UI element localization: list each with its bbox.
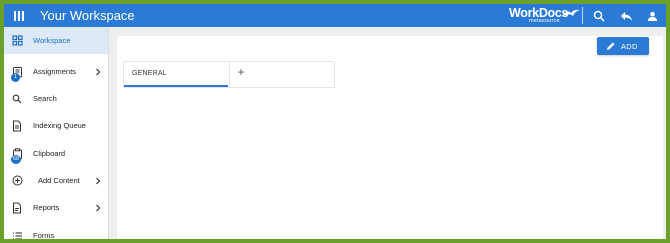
sidebar: Workspace 1 Assignments Search Indexing …: [4, 27, 109, 239]
sidebar-item-assignments[interactable]: 1 Assignments: [4, 58, 108, 85]
clipboard-badge: 68: [11, 155, 21, 164]
chevron-right-icon: [96, 177, 101, 184]
sidebar-item-workspace[interactable]: Workspace: [4, 27, 108, 54]
sidebar-item-label: Search: [33, 94, 57, 103]
header-divider: [582, 7, 583, 24]
tab-label: GENERAL: [132, 70, 167, 77]
search-icon[interactable]: [590, 7, 608, 25]
tab-bar: GENERAL +: [123, 61, 335, 88]
add-button[interactable]: ADD: [597, 37, 649, 55]
tab-divider: [229, 62, 230, 87]
list-icon: [10, 229, 24, 239]
report-icon: [10, 201, 24, 215]
sidebar-item-clipboard[interactable]: 68 Clipboard: [4, 140, 108, 167]
sidebar-item-indexing-queue[interactable]: Indexing Queue: [4, 112, 108, 139]
tab-general[interactable]: GENERAL: [124, 62, 228, 87]
brand-sub: metasource: [529, 18, 560, 24]
pencil-icon: [607, 42, 615, 50]
sidebar-item-label: Add Content: [38, 176, 80, 185]
sidebar-item-label: Reports: [33, 203, 60, 212]
search-icon: [10, 92, 24, 106]
user-icon[interactable]: [643, 7, 661, 25]
sidebar-item-label: Indexing Queue: [33, 121, 86, 130]
grid-icon: [10, 34, 24, 48]
sidebar-item-label: Workspace: [33, 36, 71, 45]
menu-icon[interactable]: [8, 4, 30, 27]
sidebar-item-label: Forms: [33, 231, 55, 239]
add-tab-button[interactable]: +: [234, 65, 248, 81]
reply-icon[interactable]: [617, 7, 635, 25]
sidebar-item-forms[interactable]: Forms: [4, 222, 108, 239]
plus-circle-icon: [10, 174, 24, 188]
sidebar-item-add-content[interactable]: Add Content: [4, 167, 108, 194]
sidebar-item-label: Clipboard: [33, 149, 66, 158]
sidebar-item-reports[interactable]: Reports: [4, 194, 108, 221]
active-tab-indicator: [124, 85, 228, 87]
sidebar-item-label: Assignments: [33, 67, 76, 76]
assignments-badge: 1: [11, 73, 20, 82]
sidebar-item-search[interactable]: Search: [4, 85, 108, 112]
brand-logo: WorkDocs metasource: [509, 5, 580, 27]
chevron-right-icon: [96, 204, 101, 211]
chevron-right-icon: [96, 68, 101, 75]
app-window: Your Workspace WorkDocs metasource Works…: [4, 4, 666, 239]
document-icon: [10, 119, 24, 133]
add-button-label: ADD: [621, 42, 638, 51]
page-title: Your Workspace: [40, 8, 135, 23]
bird-logo-icon: [562, 9, 580, 16]
